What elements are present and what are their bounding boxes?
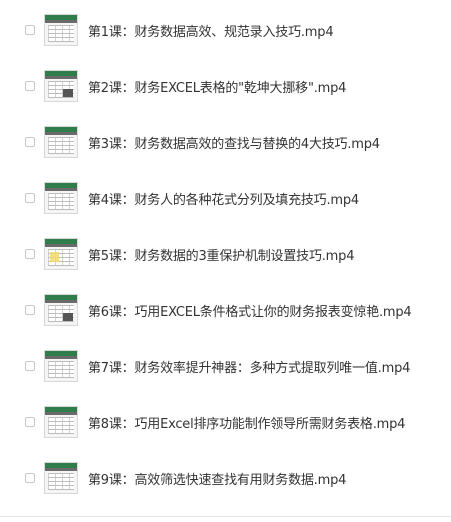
excel-video-thumbnail-icon	[44, 238, 78, 270]
excel-video-thumbnail-icon	[44, 350, 78, 382]
excel-video-thumbnail-icon	[44, 294, 78, 326]
file-row[interactable]: 第9课：高效筛选快速查找有用财务数据.mp4	[0, 450, 451, 506]
row-checkbox[interactable]	[25, 417, 35, 427]
file-row[interactable]: 第2课：财务EXCEL表格的"乾坤大挪移".mp4	[0, 58, 451, 114]
row-checkbox[interactable]	[25, 137, 35, 147]
file-row[interactable]: 第6课：巧用EXCEL条件格式让你的财务报表变惊艳.mp4	[0, 282, 451, 338]
row-checkbox[interactable]	[25, 249, 35, 259]
row-checkbox[interactable]	[25, 361, 35, 371]
file-row[interactable]: 第5课：财务数据的3重保护机制设置技巧.mp4	[0, 226, 451, 282]
file-name[interactable]: 第8课：巧用Excel排序功能制作领导所需财务表格.mp4	[88, 413, 405, 432]
file-row[interactable]: 第8课：巧用Excel排序功能制作领导所需财务表格.mp4	[0, 394, 451, 450]
file-row[interactable]: 第7课：财务效率提升神器：多种方式提取列唯一值.mp4	[0, 338, 451, 394]
row-checkbox[interactable]	[25, 81, 35, 91]
excel-video-thumbnail-icon	[44, 406, 78, 438]
file-name[interactable]: 第2课：财务EXCEL表格的"乾坤大挪移".mp4	[88, 77, 346, 96]
file-name[interactable]: 第6课：巧用EXCEL条件格式让你的财务报表变惊艳.mp4	[88, 301, 412, 320]
file-row[interactable]: 第3课：财务数据高效的查找与替换的4大技巧.mp4	[0, 114, 451, 170]
row-checkbox[interactable]	[25, 193, 35, 203]
row-checkbox[interactable]	[25, 25, 35, 35]
excel-video-thumbnail-icon	[44, 14, 78, 46]
file-name[interactable]: 第4课：财务人的各种花式分列及填充技巧.mp4	[88, 189, 359, 208]
file-row[interactable]: 第4课：财务人的各种花式分列及填充技巧.mp4	[0, 170, 451, 226]
file-list: 第1课：财务数据高效、规范录入技巧.mp4 第2课：财务EXCEL表格的"乾坤大…	[0, 0, 451, 522]
file-name[interactable]: 第3课：财务数据高效的查找与替换的4大技巧.mp4	[88, 133, 380, 152]
list-divider	[0, 516, 451, 517]
excel-video-thumbnail-icon	[44, 182, 78, 214]
excel-video-thumbnail-icon	[44, 462, 78, 494]
excel-video-thumbnail-icon	[44, 70, 78, 102]
row-checkbox[interactable]	[25, 473, 35, 483]
row-checkbox[interactable]	[25, 305, 35, 315]
file-name[interactable]: 第5课：财务数据的3重保护机制设置技巧.mp4	[88, 245, 354, 264]
file-row[interactable]: 第1课：财务数据高效、规范录入技巧.mp4	[0, 2, 451, 58]
file-name[interactable]: 第1课：财务数据高效、规范录入技巧.mp4	[88, 21, 334, 40]
excel-video-thumbnail-icon	[44, 126, 78, 158]
file-name[interactable]: 第7课：财务效率提升神器：多种方式提取列唯一值.mp4	[88, 357, 410, 376]
file-name[interactable]: 第9课：高效筛选快速查找有用财务数据.mp4	[88, 469, 346, 488]
